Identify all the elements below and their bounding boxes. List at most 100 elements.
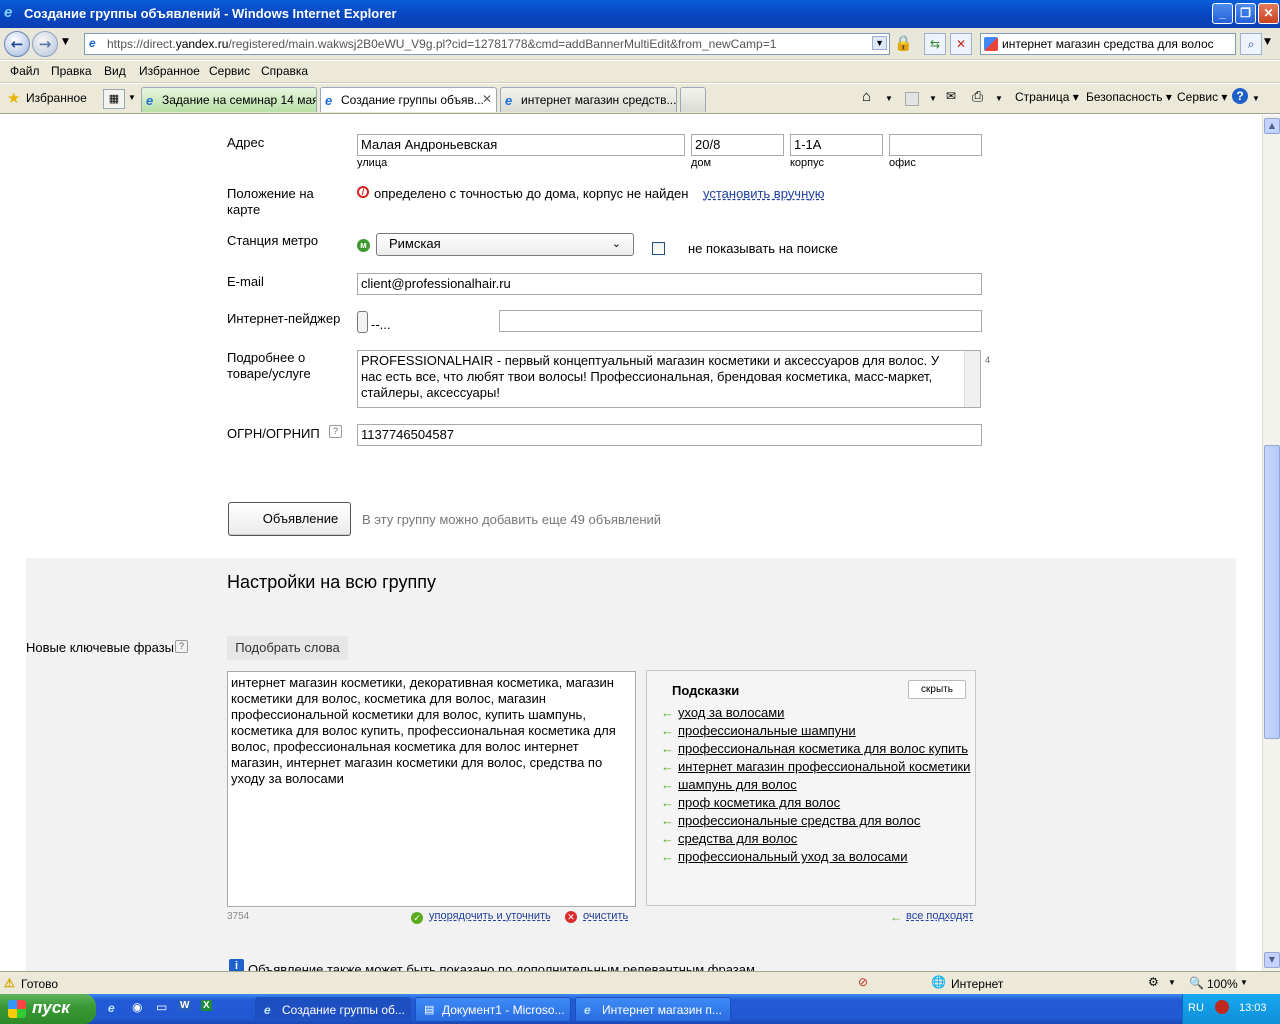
address-dropdown-icon[interactable]: ▼ (872, 36, 887, 50)
add-ad-button[interactable]: Объявление (228, 502, 351, 536)
minimize-button[interactable]: _ (1212, 3, 1233, 24)
close-button[interactable]: ✕ (1258, 3, 1279, 24)
maximize-button[interactable]: ❐ (1235, 3, 1256, 24)
hint-link[interactable]: шампунь для волос (678, 777, 797, 792)
tab-create-group[interactable]: e Создание группы объяв... ✕ (320, 87, 497, 112)
task-word-doc[interactable]: ▤ Документ1 - Microso... (415, 997, 571, 1022)
hint-item[interactable]: ← шампунь для волос (661, 777, 797, 792)
zoom-level[interactable]: 100% (1207, 977, 1238, 991)
print-dropdown-icon[interactable]: ▼ (995, 94, 1003, 103)
help-dropdown-icon[interactable]: ▼ (1252, 94, 1260, 103)
quicklaunch-desktop-icon[interactable]: ▭ (156, 1000, 167, 1014)
scroll-down-arrow[interactable]: ▼ (1264, 952, 1280, 968)
details-scrollbar[interactable] (964, 351, 980, 407)
ogrn-help-icon[interactable]: ? (329, 425, 342, 438)
menu-tools[interactable]: Сервис (209, 64, 250, 78)
back-button[interactable]: ← (4, 31, 30, 57)
page-scrollbar[interactable]: ▲ ▼ (1262, 115, 1280, 971)
hint-item[interactable]: ← интернет магазин профессиональной косме… (661, 759, 970, 774)
pager-type-select[interactable] (357, 311, 368, 333)
mail-icon[interactable]: ✉ (946, 89, 956, 103)
hint-item[interactable]: ← профессиональные средства для волос (661, 813, 920, 828)
task-ie-search[interactable]: e Интернет магазин п... (575, 997, 731, 1022)
hint-item[interactable]: ← проф косметика для волос (661, 795, 840, 810)
task-ie-group[interactable]: e Создание группы об... (255, 997, 411, 1022)
hint-link[interactable]: профессиональный уход за волосами (678, 849, 907, 864)
lock-icon[interactable]: 🔒 (894, 34, 913, 52)
quicklaunch-word-icon[interactable]: W (178, 1000, 192, 1011)
search-icon[interactable]: ⌕ (1240, 33, 1262, 55)
ogrn-input[interactable]: 1137746504587 (357, 424, 982, 446)
forward-button[interactable]: → (32, 31, 58, 57)
sort-refine-link[interactable]: упорядочить и уточнить (429, 910, 551, 922)
history-dropdown-icon[interactable]: ▼ (62, 37, 69, 47)
start-button[interactable]: пуск (0, 994, 96, 1024)
quick-tabs-icon[interactable]: ▦ (103, 89, 125, 109)
protected-mode-icon[interactable]: ⚙ (1148, 975, 1159, 989)
zoom-dropdown-icon[interactable]: ▼ (1240, 978, 1248, 987)
keywords-help-icon[interactable]: ? (175, 640, 188, 653)
hint-item[interactable]: ← средства для волос (661, 831, 797, 846)
protected-dropdown-icon[interactable]: ▼ (1168, 978, 1176, 987)
tray-app-icon[interactable] (1215, 1000, 1229, 1014)
refresh-icon[interactable]: ⇆ (924, 33, 946, 55)
hint-link[interactable]: профессиональная косметика для волос куп… (678, 741, 968, 756)
set-manually-link[interactable]: установить вручную (703, 186, 825, 202)
favorites-button[interactable]: Избранное (26, 91, 87, 105)
clear-link[interactable]: очистить (583, 910, 628, 922)
scroll-up-arrow[interactable]: ▲ (1264, 118, 1280, 134)
scroll-thumb[interactable] (1264, 445, 1280, 739)
hint-link[interactable]: проф косметика для волос (678, 795, 840, 810)
help-icon[interactable]: ? (1232, 88, 1248, 104)
tab-list-icon[interactable]: ▼ (128, 93, 136, 102)
print-icon[interactable]: ⎙ (972, 88, 983, 105)
favorites-star-icon[interactable]: ★ (7, 89, 20, 107)
new-tab-button[interactable] (680, 87, 706, 112)
hint-link[interactable]: профессиональные шампуни (678, 723, 856, 738)
language-indicator[interactable]: RU (1188, 1002, 1204, 1014)
hint-item[interactable]: ← профессиональная косметика для волос ку… (661, 741, 968, 756)
search-input[interactable]: интернет магазин средства для волос (980, 33, 1236, 55)
home-icon[interactable]: ⌂ (862, 88, 871, 105)
menu-view[interactable]: Вид (104, 64, 126, 78)
security-menu[interactable]: Безопасность ▾ (1086, 90, 1172, 104)
hide-hints-button[interactable]: скрыть (908, 680, 966, 699)
quicklaunch-ie-icon[interactable]: e (108, 1001, 115, 1015)
menu-favorites[interactable]: Избранное (139, 64, 200, 78)
hide-in-search-checkbox[interactable] (652, 242, 665, 255)
hint-link[interactable]: интернет магазин профессиональной космет… (678, 759, 970, 774)
zoom-icon[interactable]: 🔍 (1189, 976, 1204, 990)
tab-close-icon[interactable]: ✕ (482, 92, 492, 106)
address-bar[interactable]: e https://direct.yandex.ru/registered/ma… (84, 33, 890, 55)
street-input[interactable]: Малая Андроньевская (357, 134, 685, 156)
hint-item[interactable]: ← уход за волосами (661, 705, 784, 720)
popup-blocker-icon[interactable]: ⊘ (858, 975, 868, 989)
stop-icon[interactable]: ✕ (950, 33, 972, 55)
feeds-dropdown-icon[interactable]: ▼ (929, 94, 937, 103)
metro-select[interactable]: Римская ⌄ (376, 233, 634, 256)
pager-input[interactable] (499, 310, 982, 332)
hint-link[interactable]: уход за волосами (678, 705, 784, 720)
search-options-icon[interactable]: ▼ (1264, 37, 1271, 47)
details-textarea[interactable]: PROFESSIONALHAIR - первый концептуальный… (357, 350, 981, 408)
tab-seminar[interactable]: e Задание на семинар 14 мая... (141, 87, 317, 112)
all-fit-link[interactable]: все подходят (906, 910, 973, 922)
menu-edit[interactable]: Правка (51, 64, 92, 78)
keywords-textarea[interactable]: интернет магазин косметики, декоративная… (227, 671, 636, 907)
menu-file[interactable]: Файл (10, 64, 40, 78)
quicklaunch-explorer-icon[interactable]: ◉ (132, 1000, 142, 1014)
tools-menu[interactable]: Сервис ▾ (1177, 90, 1227, 104)
hint-link[interactable]: профессиональные средства для волос (678, 813, 920, 828)
hint-link[interactable]: средства для волос (678, 831, 797, 846)
house-input[interactable]: 20/8 (691, 134, 784, 156)
hint-item[interactable]: ← профессиональный уход за волосами (661, 849, 907, 864)
office-input[interactable] (889, 134, 982, 156)
page-menu[interactable]: Страница ▾ (1015, 90, 1079, 104)
hint-item[interactable]: ← профессиональные шампуни (661, 723, 856, 738)
email-field[interactable]: client@professionalhair.ru (357, 273, 982, 295)
building-input[interactable]: 1-1А (790, 134, 883, 156)
quicklaunch-excel-icon[interactable]: X (201, 1000, 212, 1011)
tab-search-results[interactable]: e интернет магазин средств... (500, 87, 677, 112)
home-dropdown-icon[interactable]: ▼ (885, 94, 893, 103)
menu-help[interactable]: Справка (261, 64, 308, 78)
